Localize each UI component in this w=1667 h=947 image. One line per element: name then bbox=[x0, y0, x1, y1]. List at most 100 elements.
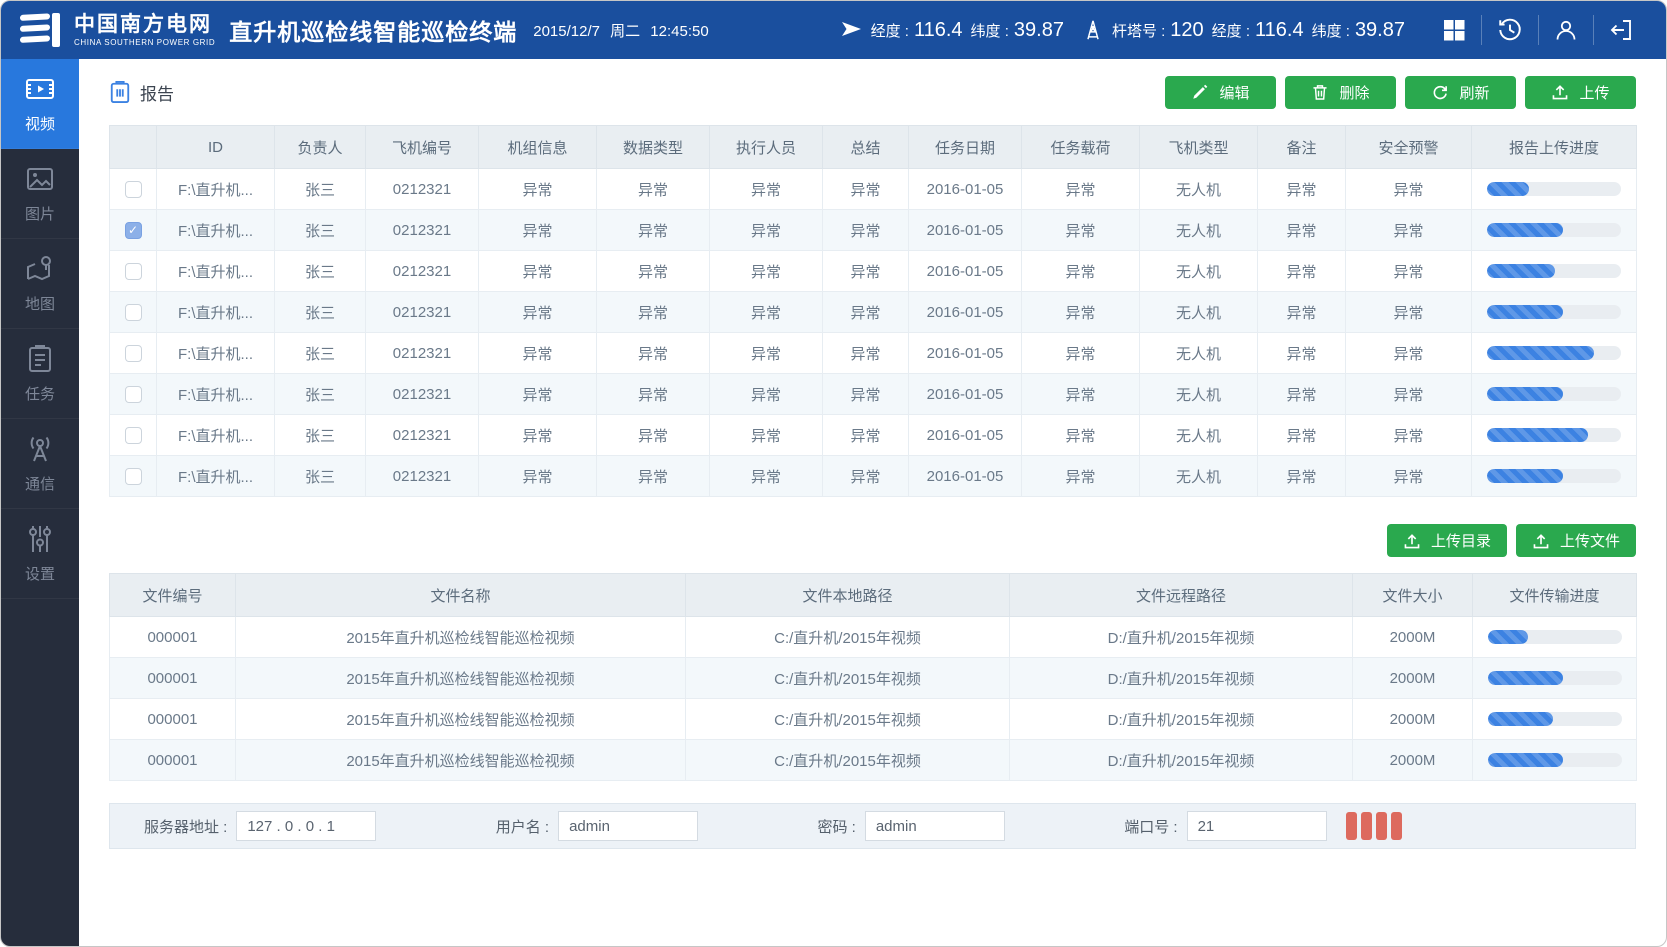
table-cell: 异常 bbox=[597, 333, 710, 374]
user-button[interactable] bbox=[1538, 15, 1593, 45]
table-cell: 异常 bbox=[1258, 415, 1346, 456]
sidebar-item-map[interactable]: 地图 bbox=[1, 239, 79, 329]
table-cell: 2016-01-05 bbox=[909, 210, 1022, 251]
table-cell: 异常 bbox=[1022, 251, 1140, 292]
column-header: 文件编号 bbox=[110, 574, 236, 617]
table-row: ✓F:\直升机...张三0212321异常异常异常异常2016-01-05异常无… bbox=[110, 210, 1637, 251]
table-cell: C:/直升机/2015年视频 bbox=[686, 617, 1010, 658]
lon-value: 116.4 bbox=[914, 19, 963, 42]
sidebar-item-video[interactable]: 视频 bbox=[1, 59, 79, 149]
table-cell: 0212321 bbox=[366, 210, 479, 251]
checkbox-cell bbox=[110, 333, 157, 374]
history-button[interactable] bbox=[1481, 15, 1538, 45]
row-checkbox[interactable] bbox=[125, 263, 142, 280]
progress-cell bbox=[1473, 740, 1637, 781]
row-checkbox[interactable] bbox=[125, 386, 142, 403]
table-cell: 张三 bbox=[275, 415, 366, 456]
password-input[interactable] bbox=[865, 811, 1005, 841]
table-cell: 异常 bbox=[823, 292, 909, 333]
main-content: 报告 编辑 删除 bbox=[79, 59, 1666, 849]
sidebar-item-communication[interactable]: 通信 bbox=[1, 419, 79, 509]
sidebar-item-settings[interactable]: 设置 bbox=[1, 509, 79, 599]
password-label: 密码 : bbox=[818, 816, 856, 837]
video-icon bbox=[23, 73, 57, 105]
table-cell: 2016-01-05 bbox=[909, 292, 1022, 333]
tower-no-label: 杆塔号 : bbox=[1112, 20, 1165, 41]
tower-no-value: 120 bbox=[1170, 19, 1203, 42]
username-label: 用户名 : bbox=[496, 816, 549, 837]
username-input[interactable] bbox=[558, 811, 698, 841]
port-input[interactable] bbox=[1187, 811, 1327, 841]
table-cell: 异常 bbox=[597, 251, 710, 292]
column-header: ID bbox=[157, 126, 275, 169]
progress-fill bbox=[1487, 182, 1529, 196]
upload-file-button[interactable]: 上传文件 bbox=[1516, 524, 1636, 557]
table-cell: 2016-01-05 bbox=[909, 415, 1022, 456]
checkbox-cell bbox=[110, 374, 157, 415]
edit-button[interactable]: 编辑 bbox=[1165, 76, 1276, 109]
lat-label: 纬度 : bbox=[971, 20, 1009, 41]
table-row: F:\直升机...张三0212321异常异常异常异常2016-01-05异常无人… bbox=[110, 415, 1637, 456]
sidebar-item-images[interactable]: 图片 bbox=[1, 149, 79, 239]
row-checkbox[interactable]: ✓ bbox=[125, 222, 142, 239]
checkbox-cell bbox=[110, 292, 157, 333]
upload-directory-button[interactable]: 上传目录 bbox=[1387, 524, 1507, 557]
progress-fill bbox=[1488, 712, 1554, 726]
server-address-input[interactable] bbox=[236, 811, 376, 841]
refresh-button[interactable]: 刷新 bbox=[1405, 76, 1516, 109]
table-cell: 异常 bbox=[1346, 210, 1472, 251]
progress-bar bbox=[1488, 753, 1622, 767]
table-cell: 2000M bbox=[1353, 740, 1473, 781]
signal-bar bbox=[1346, 812, 1357, 840]
row-checkbox[interactable] bbox=[125, 181, 142, 198]
progress-fill bbox=[1488, 753, 1563, 767]
table-cell: F:\直升机... bbox=[157, 251, 275, 292]
table-cell: C:/直升机/2015年视频 bbox=[686, 740, 1010, 781]
user-icon bbox=[1554, 18, 1578, 42]
column-header: 安全预警 bbox=[1346, 126, 1472, 169]
table-cell: 000001 bbox=[110, 740, 236, 781]
table-cell: C:/直升机/2015年视频 bbox=[686, 699, 1010, 740]
row-checkbox[interactable] bbox=[125, 468, 142, 485]
upload-icon bbox=[1551, 83, 1569, 101]
map-pin-icon bbox=[23, 253, 57, 285]
table-cell: 0212321 bbox=[366, 333, 479, 374]
pencil-icon bbox=[1191, 83, 1209, 101]
table-cell: 000001 bbox=[110, 699, 236, 740]
progress-bar bbox=[1488, 671, 1622, 685]
column-header: 总结 bbox=[823, 126, 909, 169]
connection-form: 服务器地址 : 用户名 : 密码 : 端口号 : bbox=[109, 803, 1636, 849]
table-cell: 0212321 bbox=[366, 456, 479, 497]
table-cell: 异常 bbox=[597, 169, 710, 210]
table-cell: 异常 bbox=[1022, 333, 1140, 374]
column-header: 执行人员 bbox=[710, 126, 823, 169]
report-title-label: 报告 bbox=[140, 80, 174, 105]
table-cell: 2015年直升机巡检线智能巡检视频 bbox=[236, 617, 686, 658]
table-cell: 异常 bbox=[710, 169, 823, 210]
windows-menu-button[interactable] bbox=[1427, 15, 1481, 45]
table-cell: 张三 bbox=[275, 169, 366, 210]
sidebar-item-tasks[interactable]: 任务 bbox=[1, 329, 79, 419]
table-cell: F:\直升机... bbox=[157, 374, 275, 415]
antenna-icon bbox=[23, 433, 57, 465]
row-checkbox[interactable] bbox=[125, 345, 142, 362]
delete-button-label: 删除 bbox=[1339, 82, 1369, 103]
delete-button[interactable]: 删除 bbox=[1285, 76, 1396, 109]
table-row: F:\直升机...张三0212321异常异常异常异常2016-01-05异常无人… bbox=[110, 333, 1637, 374]
column-header: 文件远程路径 bbox=[1010, 574, 1353, 617]
table-cell: 异常 bbox=[710, 374, 823, 415]
table-cell: 无人机 bbox=[1140, 292, 1258, 333]
exit-button[interactable] bbox=[1593, 15, 1648, 45]
table-cell: 异常 bbox=[479, 333, 597, 374]
sidebar-item-label: 视频 bbox=[25, 113, 55, 134]
table-row: 0000012015年直升机巡检线智能巡检视频C:/直升机/2015年视频D:/… bbox=[110, 658, 1637, 699]
signal-bar bbox=[1361, 812, 1372, 840]
row-checkbox[interactable] bbox=[125, 427, 142, 444]
tower-lat-label: 纬度 : bbox=[1312, 20, 1350, 41]
table-cell: 2016-01-05 bbox=[909, 456, 1022, 497]
upload-button[interactable]: 上传 bbox=[1525, 76, 1636, 109]
column-header: 文件本地路径 bbox=[686, 574, 1010, 617]
row-checkbox[interactable] bbox=[125, 304, 142, 321]
table-cell: 0212321 bbox=[366, 374, 479, 415]
table-cell: 2015年直升机巡检线智能巡检视频 bbox=[236, 658, 686, 699]
